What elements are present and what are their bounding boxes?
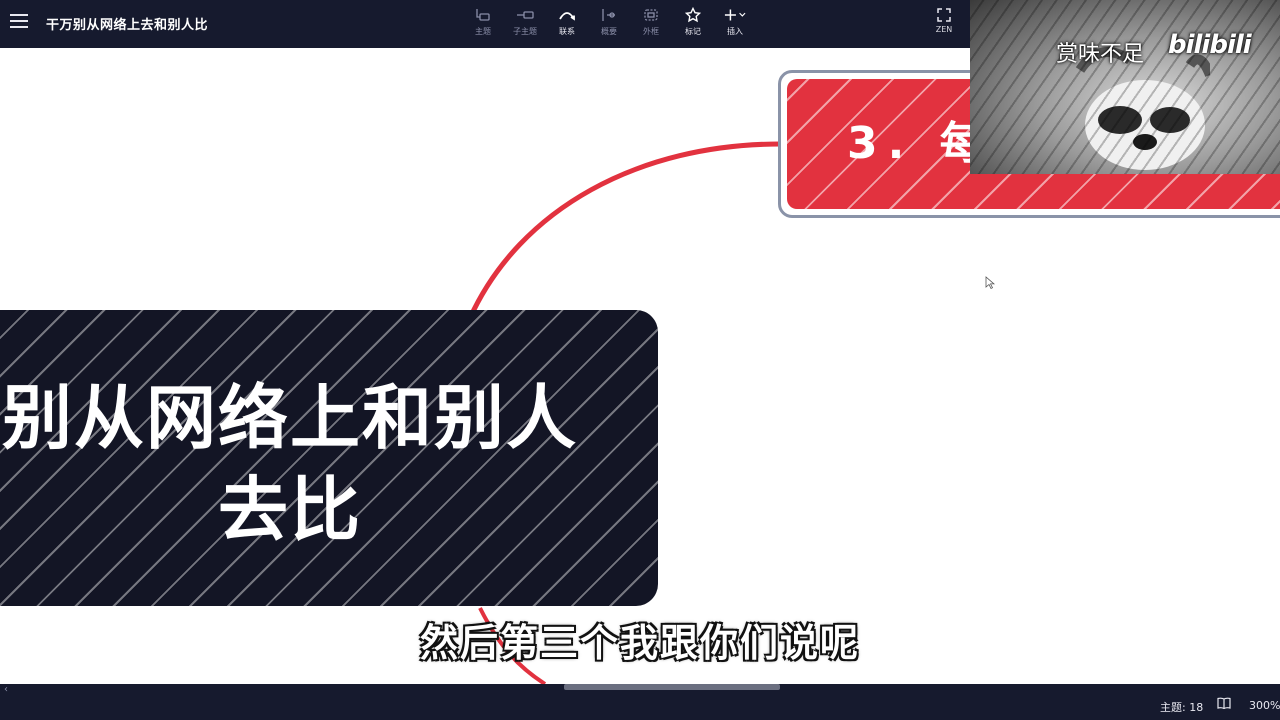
zoom-level[interactable]: 300% bbox=[1249, 699, 1280, 712]
topic-label: 主题 bbox=[475, 27, 491, 36]
book-icon bbox=[1217, 697, 1231, 710]
star-icon bbox=[682, 6, 704, 24]
central-topic[interactable]: 别从网络上和别人 去比 bbox=[0, 310, 658, 606]
horizontal-scrollbar[interactable] bbox=[564, 684, 780, 690]
relationship-icon bbox=[556, 6, 578, 24]
topic-button[interactable]: 主题 bbox=[462, 6, 504, 42]
subtopic-label: 子主题 bbox=[513, 27, 537, 36]
video-subtitle: 然后第三个我跟你们说呢 bbox=[419, 621, 860, 665]
central-topic-line2: 去比 bbox=[218, 469, 362, 551]
subtopic-icon bbox=[514, 6, 536, 24]
insert-label: 插入 bbox=[727, 27, 743, 36]
zen-mode-button[interactable]: ZEN bbox=[928, 8, 960, 42]
central-topic-line1: 别从网络上和别人 bbox=[2, 377, 578, 459]
mouse-cursor-icon bbox=[985, 276, 995, 290]
document-title[interactable]: 干万别从网络上去和别人比 bbox=[46, 14, 208, 33]
boundary-label: 外框 bbox=[643, 27, 659, 36]
subtopic-button[interactable]: 子主题 bbox=[504, 6, 546, 42]
zen-label: ZEN bbox=[935, 25, 953, 34]
boundary-icon bbox=[640, 6, 662, 24]
topic-count: 主题: 18 bbox=[1160, 701, 1204, 714]
status-bar: ‹ 主题: 18 300% bbox=[0, 684, 1280, 720]
outline-view-button[interactable] bbox=[1217, 697, 1231, 712]
webcam-caption: 赏味不足 bbox=[1056, 42, 1145, 67]
topic-icon bbox=[472, 6, 494, 24]
insert-button[interactable]: 插入 bbox=[714, 6, 756, 42]
resize-handle-icon[interactable]: ‹ bbox=[4, 684, 8, 695]
bilibili-logo: bilibili bbox=[1168, 30, 1252, 60]
summary-button[interactable]: 概要 bbox=[588, 6, 630, 42]
insert-toolbar: 主题 子主题 联系 概要 外框 标记 插入 bbox=[462, 6, 756, 42]
boundary-button[interactable]: 外框 bbox=[630, 6, 672, 42]
webcam-overlay: 赏味不足 bilibili bbox=[970, 0, 1280, 174]
relationship-label: 联系 bbox=[559, 27, 575, 36]
central-topic-text: 别从网络上和别人 去比 bbox=[0, 372, 610, 556]
summary-icon bbox=[598, 6, 620, 24]
relationship-button[interactable]: 联系 bbox=[546, 6, 588, 42]
summary-label: 概要 bbox=[601, 27, 617, 36]
fullscreen-icon bbox=[937, 8, 951, 22]
plus-icon bbox=[724, 6, 746, 24]
hamburger-menu-icon[interactable] bbox=[10, 14, 28, 30]
marker-label: 标记 bbox=[685, 27, 701, 36]
marker-button[interactable]: 标记 bbox=[672, 6, 714, 42]
